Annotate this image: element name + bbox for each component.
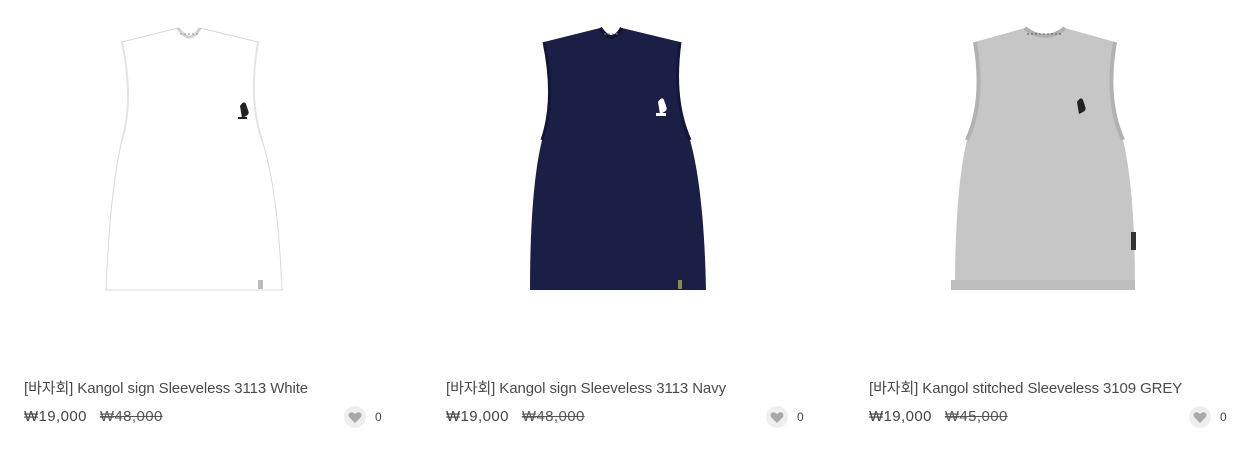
like-button[interactable]	[344, 406, 366, 428]
like-count: 0	[797, 410, 804, 424]
price-row: ₩19,000 ₩45,000	[869, 405, 1008, 427]
like-button[interactable]	[1189, 406, 1211, 428]
like-button[interactable]	[766, 406, 788, 428]
original-price: ₩45,000	[944, 407, 1008, 425]
sale-price: ₩19,000	[446, 407, 509, 425]
product-image-navy-sleeveless[interactable]	[422, 0, 802, 340]
product-image-white-sleeveless[interactable]	[0, 0, 380, 340]
product-grid: [바자회] Kangol sign Sleeveless 3113 White …	[0, 0, 1245, 462]
like-count: 0	[1220, 410, 1227, 424]
product-card[interactable]: [바자회] Kangol stitched Sleeveless 3109 GR…	[845, 0, 1227, 462]
heart-icon	[348, 411, 362, 423]
like-area: 0	[766, 405, 804, 429]
product-name[interactable]: [바자회] Kangol stitched Sleeveless 3109 GR…	[869, 379, 1182, 399]
sale-price: ₩19,000	[869, 407, 932, 425]
product-name[interactable]: [바자회] Kangol sign Sleeveless 3113 White	[24, 379, 308, 399]
original-price: ₩48,000	[99, 407, 163, 425]
product-image-grey-sleeveless[interactable]	[845, 0, 1225, 340]
product-card[interactable]: [바자회] Kangol sign Sleeveless 3113 White …	[0, 0, 382, 462]
like-area: 0	[1189, 405, 1227, 429]
sale-price: ₩19,000	[24, 407, 87, 425]
product-name[interactable]: [바자회] Kangol sign Sleeveless 3113 Navy	[446, 379, 726, 399]
price-row: ₩19,000 ₩48,000	[24, 405, 163, 427]
original-price: ₩48,000	[521, 407, 585, 425]
heart-icon	[770, 411, 784, 423]
heart-icon	[1193, 411, 1207, 423]
product-card[interactable]: [바자회] Kangol sign Sleeveless 3113 Navy ₩…	[422, 0, 804, 462]
like-count: 0	[375, 410, 382, 424]
price-row: ₩19,000 ₩48,000	[446, 405, 585, 427]
like-area: 0	[344, 405, 382, 429]
